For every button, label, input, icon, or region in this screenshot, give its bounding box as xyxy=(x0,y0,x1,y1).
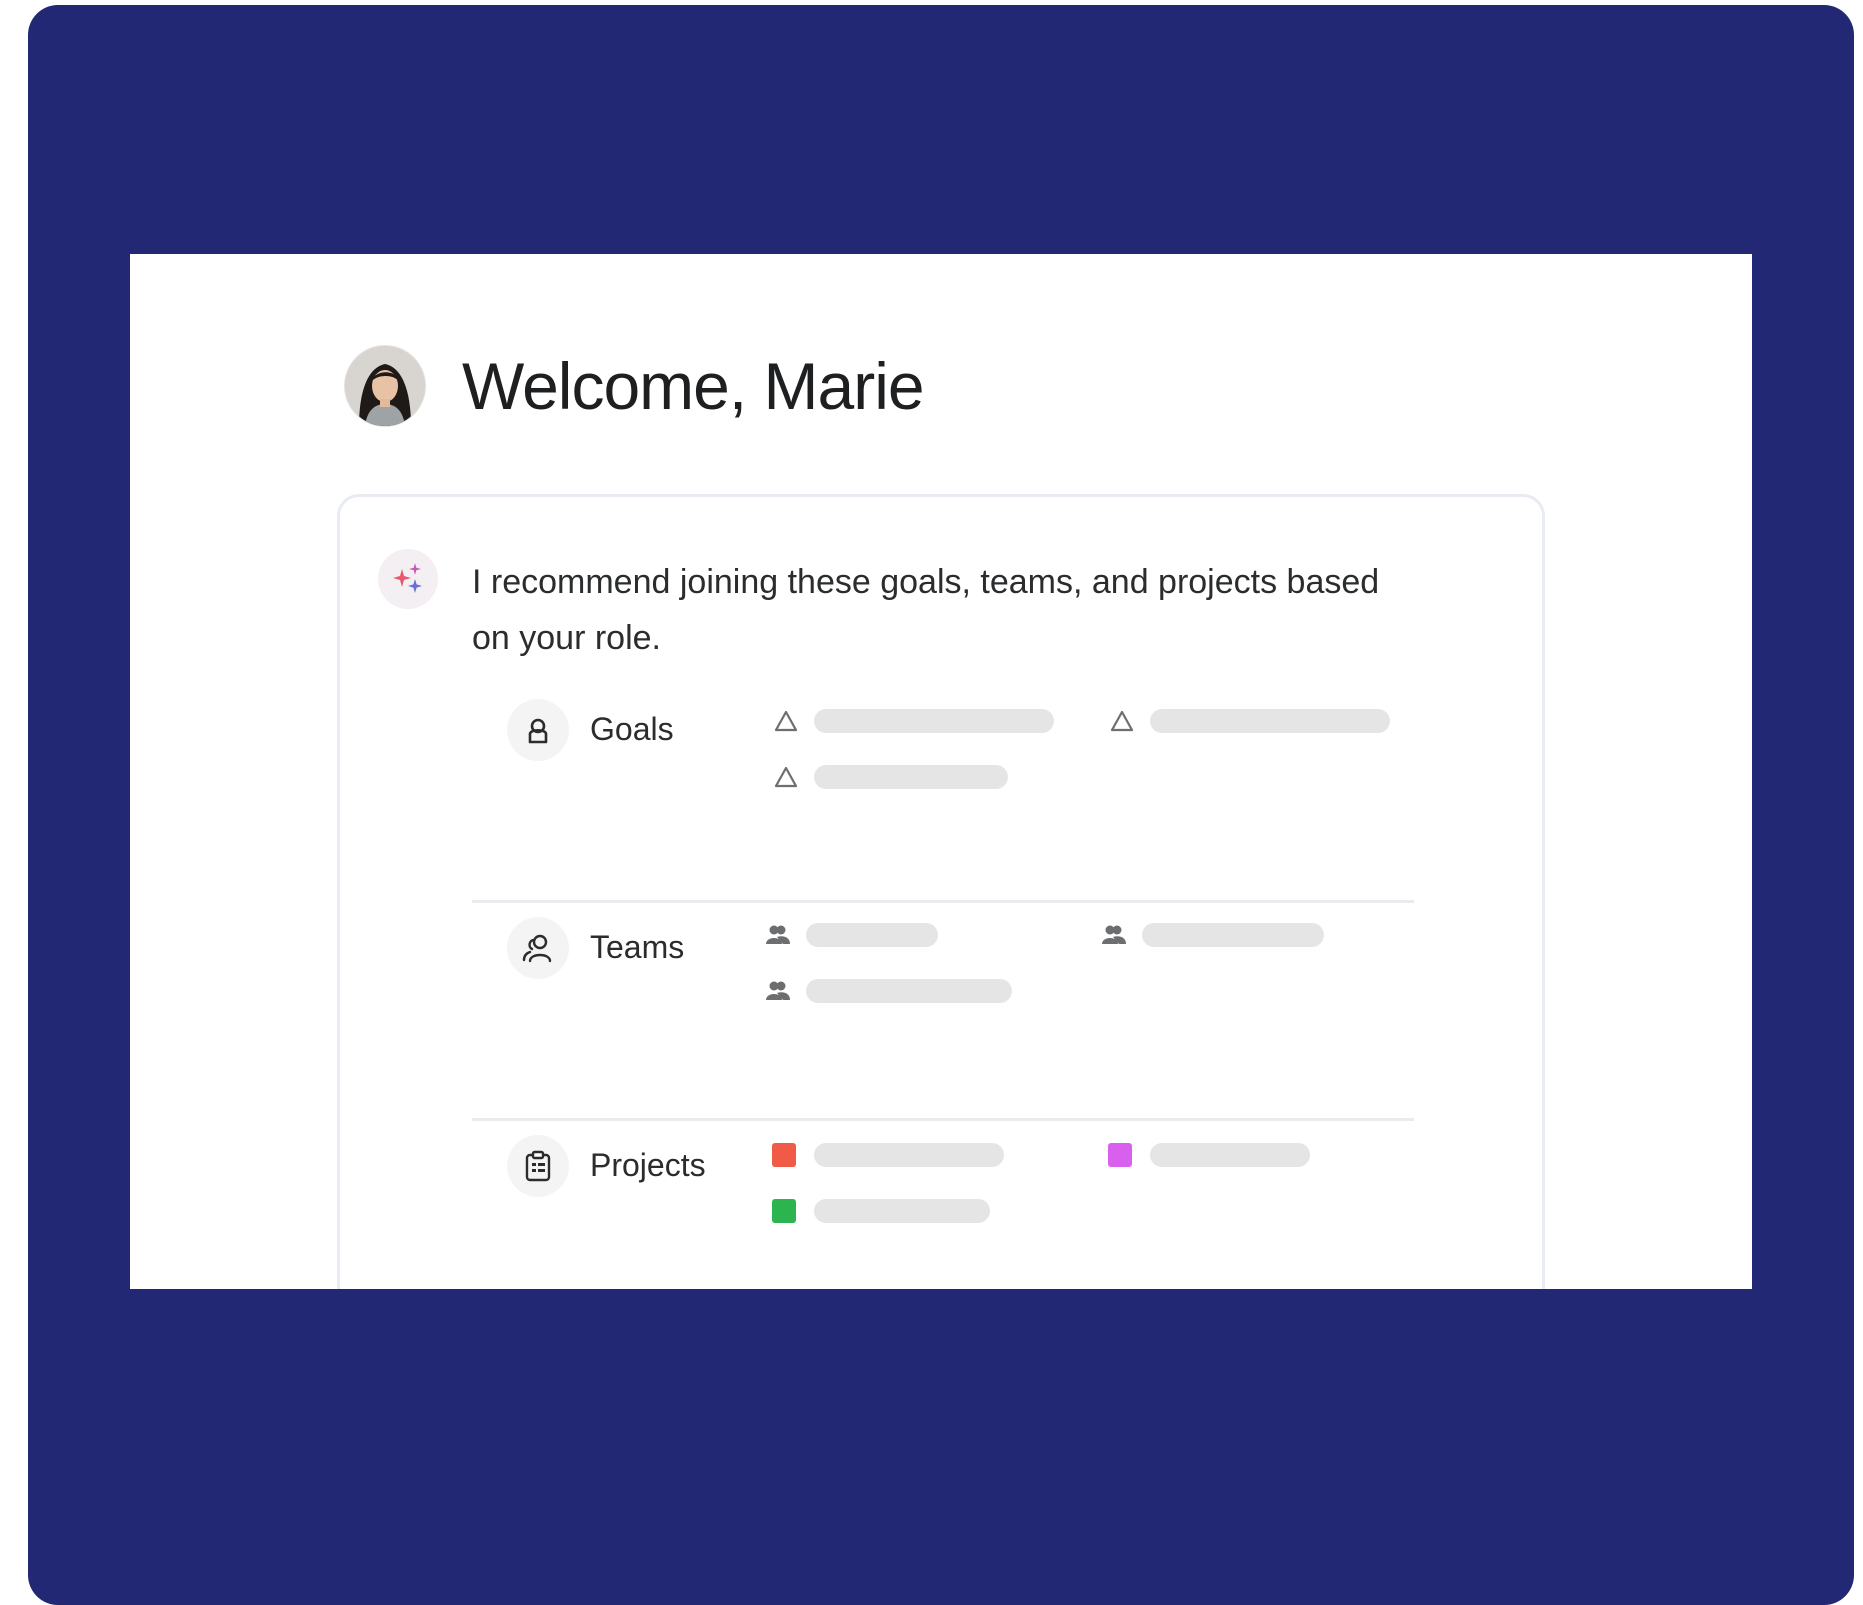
goal-item[interactable] xyxy=(772,763,1008,791)
team-filled-icon xyxy=(1100,921,1128,949)
goals-section: Goals xyxy=(472,685,1414,903)
project-placeholder-bar xyxy=(814,1199,990,1223)
clipboard-icon xyxy=(507,1135,569,1197)
team-item[interactable] xyxy=(1100,921,1324,949)
team-filled-icon xyxy=(764,921,792,949)
goal-placeholder-bar xyxy=(1150,709,1390,733)
project-placeholder-bar xyxy=(814,1143,1004,1167)
team-filled-icon xyxy=(764,977,792,1005)
triangle-outline-icon xyxy=(772,707,800,735)
app-screen: Welcome, Marie I recommend joining these… xyxy=(130,254,1752,1289)
team-outline-icon xyxy=(507,917,569,979)
project-item[interactable] xyxy=(1108,1143,1310,1167)
project-color-swatch xyxy=(772,1143,796,1167)
goal-person-icon xyxy=(507,699,569,761)
projects-label: Projects xyxy=(590,1147,706,1183)
projects-section: Projects xyxy=(472,1121,1414,1289)
recommendation-message: I recommend joining these goals, teams, … xyxy=(472,563,1380,657)
team-placeholder-bar xyxy=(806,923,938,947)
goal-item[interactable] xyxy=(1108,707,1390,735)
project-placeholder-bar xyxy=(1150,1143,1310,1167)
project-item[interactable] xyxy=(772,1143,1004,1167)
project-color-swatch xyxy=(772,1199,796,1223)
teams-label: Teams xyxy=(590,929,685,965)
goal-placeholder-bar xyxy=(814,709,1054,733)
triangle-outline-icon xyxy=(1108,707,1136,735)
welcome-header: Welcome, Marie xyxy=(345,346,925,426)
team-item[interactable] xyxy=(764,977,1012,1005)
goal-placeholder-bar xyxy=(814,765,1008,789)
teams-section: Teams xyxy=(472,903,1414,1121)
project-item[interactable] xyxy=(772,1199,990,1223)
recommendation-card: I recommend joining these goals, teams, … xyxy=(337,494,1545,1289)
goals-label: Goals xyxy=(590,711,674,747)
project-color-swatch xyxy=(1108,1143,1132,1167)
page-title: Welcome, Marie xyxy=(462,349,925,423)
team-placeholder-bar xyxy=(1142,923,1324,947)
sparkle-icon xyxy=(378,549,438,609)
team-placeholder-bar xyxy=(806,979,1012,1003)
team-item[interactable] xyxy=(764,921,938,949)
avatar[interactable] xyxy=(345,346,425,426)
triangle-outline-icon xyxy=(772,763,800,791)
goal-item[interactable] xyxy=(772,707,1054,735)
